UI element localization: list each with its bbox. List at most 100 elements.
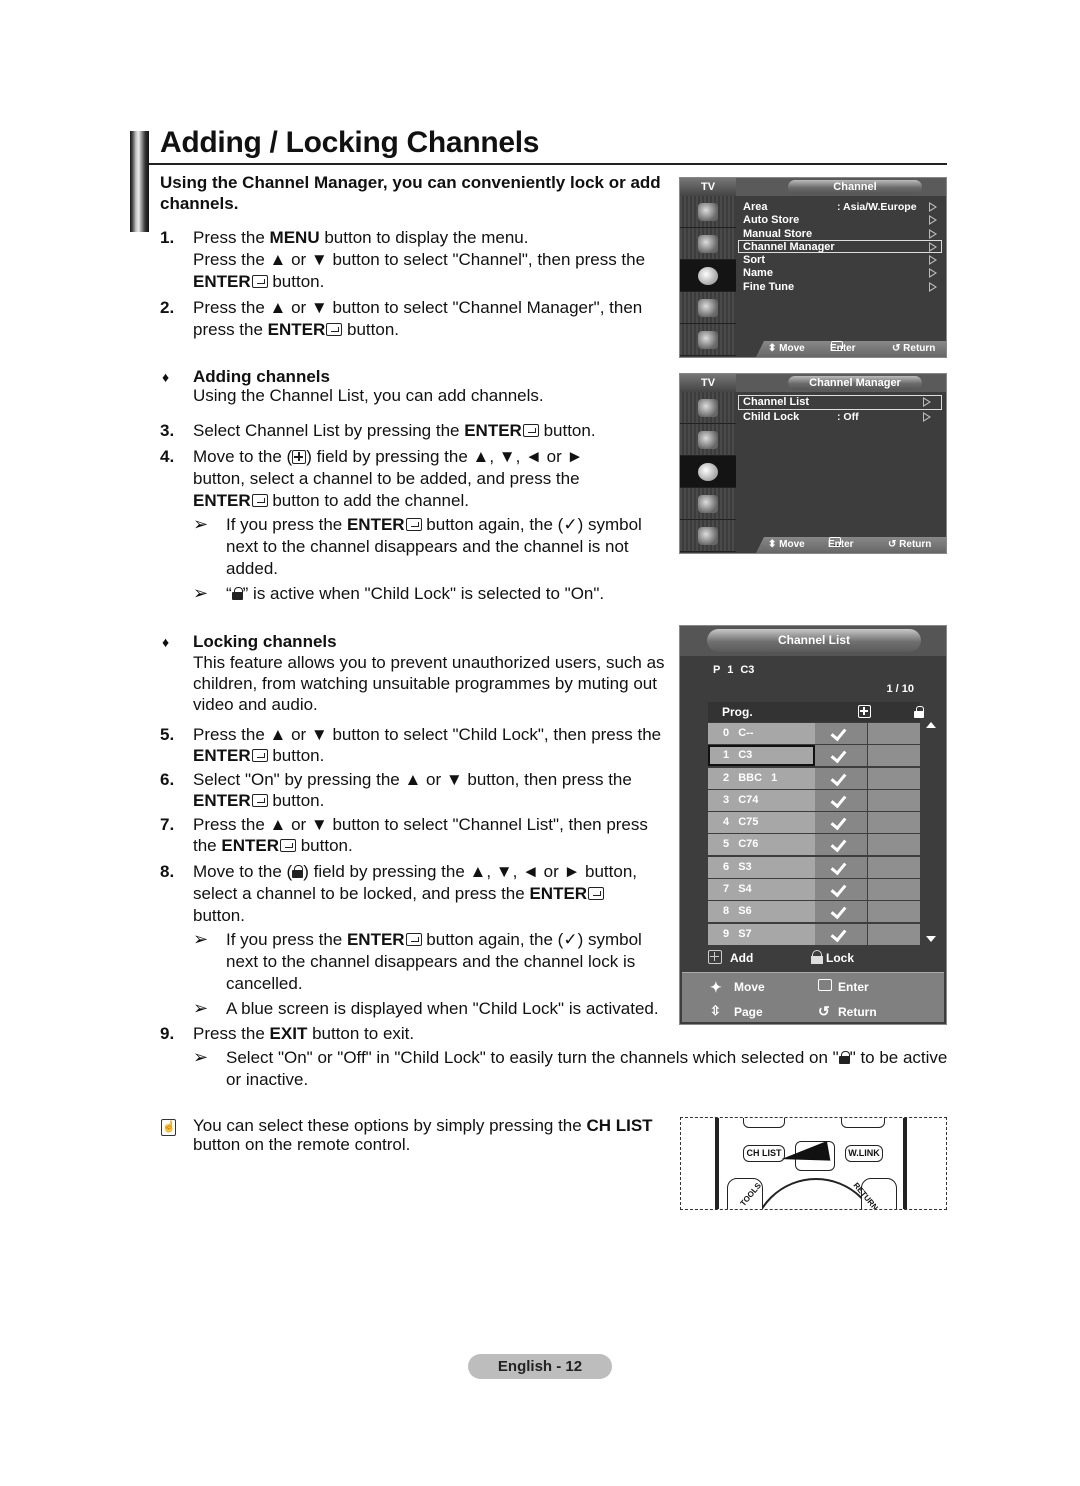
channel-prog-cell[interactable]: 5 C76 xyxy=(708,834,815,856)
channel-add-cell[interactable] xyxy=(815,767,867,789)
channel-lock-cell[interactable] xyxy=(868,745,920,767)
sound-category-icon[interactable] xyxy=(680,424,736,456)
arrow-right-icon xyxy=(929,202,937,212)
channel-row[interactable]: 4 C75 xyxy=(708,812,920,834)
channel-prog-cell[interactable]: 9 S7 xyxy=(708,923,815,945)
bullet-diamond-icon: ♦ xyxy=(162,369,170,385)
channel-lock-cell[interactable] xyxy=(868,923,920,945)
step-number: 9. xyxy=(160,1024,175,1043)
channel-lock-cell[interactable] xyxy=(868,834,920,856)
channel-lock-cell[interactable] xyxy=(868,879,920,901)
osd-item-fine-tune[interactable]: Fine Tune xyxy=(738,280,942,293)
channel-prog-cell[interactable]: 3 C74 xyxy=(708,789,815,811)
step-number: 5. xyxy=(160,725,175,744)
channel-row[interactable]: 5 C76 xyxy=(708,834,920,856)
channel-row[interactable]: 2 BBC 1 xyxy=(708,767,920,789)
check-icon xyxy=(830,903,847,920)
channel-number: 0 xyxy=(723,727,730,739)
channel-category-icon[interactable] xyxy=(680,260,736,292)
step-7-line-2: the ENTER button. xyxy=(193,836,353,855)
channel-row[interactable]: 7 S4 xyxy=(708,879,920,901)
check-icon xyxy=(830,747,847,764)
move-hint: ⬍ Move xyxy=(768,343,805,354)
osd-category-icons xyxy=(680,196,736,356)
move-arrows-icon: ✦ xyxy=(710,979,722,995)
osd-item-child-lock[interactable]: Child Lock: Off xyxy=(738,410,942,425)
title-divider xyxy=(149,163,947,165)
ch-list-button[interactable]: CH LIST xyxy=(743,1145,785,1162)
setup-category-icon[interactable] xyxy=(680,488,736,520)
channel-add-cell[interactable] xyxy=(815,834,867,856)
input-category-icon[interactable] xyxy=(680,324,736,356)
enter-icon xyxy=(279,839,296,852)
channel-lock-cell[interactable] xyxy=(868,901,920,923)
channel-prog-cell[interactable]: 1 C3 xyxy=(708,745,815,767)
channel-lock-cell[interactable] xyxy=(868,767,920,789)
channel-prog-cell[interactable]: 6 S3 xyxy=(708,856,815,878)
channel-row[interactable]: 0 C-- xyxy=(708,723,920,744)
channel-add-cell[interactable] xyxy=(815,856,867,878)
channel-add-cell[interactable] xyxy=(815,901,867,923)
note-3-line-3: cancelled. xyxy=(226,974,303,993)
note-1-line-1: If you press the ENTER button again, the… xyxy=(226,515,642,534)
osd-item-channel-list[interactable]: Channel List xyxy=(738,395,942,410)
enter-icon xyxy=(818,979,832,991)
channel-lock-cell[interactable] xyxy=(868,789,920,811)
channel-add-cell[interactable] xyxy=(815,879,867,901)
channel-lock-cell[interactable] xyxy=(868,812,920,834)
channel-prog-cell[interactable]: 2 BBC 1 xyxy=(708,767,815,789)
channel-add-cell[interactable] xyxy=(815,812,867,834)
channel-add-cell[interactable] xyxy=(815,745,867,767)
note-5-line-1: Select "On" or "Off" in "Child Lock" to … xyxy=(226,1048,948,1067)
channel-add-cell[interactable] xyxy=(815,789,867,811)
osd-category-icons xyxy=(680,392,736,552)
channel-prog-cell[interactable]: 8 S6 xyxy=(708,901,815,923)
osd-item-channel-manager[interactable]: Channel Manager xyxy=(738,239,942,254)
osd-item-manual-store[interactable]: Manual Store xyxy=(738,227,942,240)
return-hint: ↺ Return xyxy=(892,343,936,354)
osd-item-name[interactable]: Name xyxy=(738,266,942,279)
channel-lock-cell[interactable] xyxy=(868,723,920,744)
channel-add-cell[interactable] xyxy=(815,923,867,945)
osd-item-area[interactable]: Area: Asia/W.Europe xyxy=(738,200,942,213)
check-icon xyxy=(830,925,847,942)
osd-item-auto-store[interactable]: Auto Store xyxy=(738,213,942,226)
channel-row[interactable]: 1 C3 xyxy=(708,745,920,767)
channel-prog-cell[interactable]: 0 C-- xyxy=(708,723,815,744)
sound-category-icon[interactable] xyxy=(680,228,736,260)
osd-item-sort[interactable]: Sort xyxy=(738,253,942,266)
note-1-line-3: added. xyxy=(226,559,278,578)
input-category-icon[interactable] xyxy=(680,520,736,552)
channel-row[interactable]: 3 C74 xyxy=(708,789,920,811)
step-number: 8. xyxy=(160,862,175,881)
channel-name: C76 xyxy=(738,838,759,851)
channel-row[interactable]: 8 S6 xyxy=(708,901,920,923)
channel-category-icon[interactable] xyxy=(680,456,736,488)
adding-channels-desc: Using the Channel List, you can add chan… xyxy=(193,386,544,405)
remote-top-button xyxy=(841,1118,885,1128)
channel-lock-cell[interactable] xyxy=(868,856,920,878)
picture-category-icon[interactable] xyxy=(680,196,736,228)
picture-category-icon[interactable] xyxy=(680,392,736,424)
channel-number: 7 xyxy=(723,883,730,896)
channel-prog-cell[interactable]: 4 C75 xyxy=(708,812,815,834)
step-4-line-3: ENTER button to add the channel. xyxy=(193,491,469,510)
channel-number: 6 xyxy=(723,860,730,873)
prog-column-header: Prog. xyxy=(722,705,753,719)
channel-add-cell[interactable] xyxy=(815,723,867,744)
channel-row[interactable]: 6 S3 xyxy=(708,856,920,878)
channel-name: BBC 1 xyxy=(738,771,778,784)
channel-row[interactable]: 9 S7 xyxy=(708,923,920,945)
wlink-button[interactable]: W.LINK xyxy=(845,1145,883,1162)
locking-desc-line-1: This feature allows you to prevent unaut… xyxy=(193,653,665,672)
step-5-line-2: ENTER button. xyxy=(193,746,325,765)
step-number: 6. xyxy=(160,770,175,789)
channel-name: C75 xyxy=(738,816,759,829)
note-3-line-1: If you press the ENTER button again, the… xyxy=(226,930,642,949)
scroll-down-icon[interactable] xyxy=(926,936,936,942)
page-label: Page xyxy=(734,1005,763,1019)
setup-category-icon[interactable] xyxy=(680,292,736,324)
scroll-up-icon[interactable] xyxy=(926,722,936,728)
channel-prog-cell[interactable]: 7 S4 xyxy=(708,879,815,901)
step-5-line-1: Press the ▲ or ▼ button to select "Child… xyxy=(193,725,662,744)
